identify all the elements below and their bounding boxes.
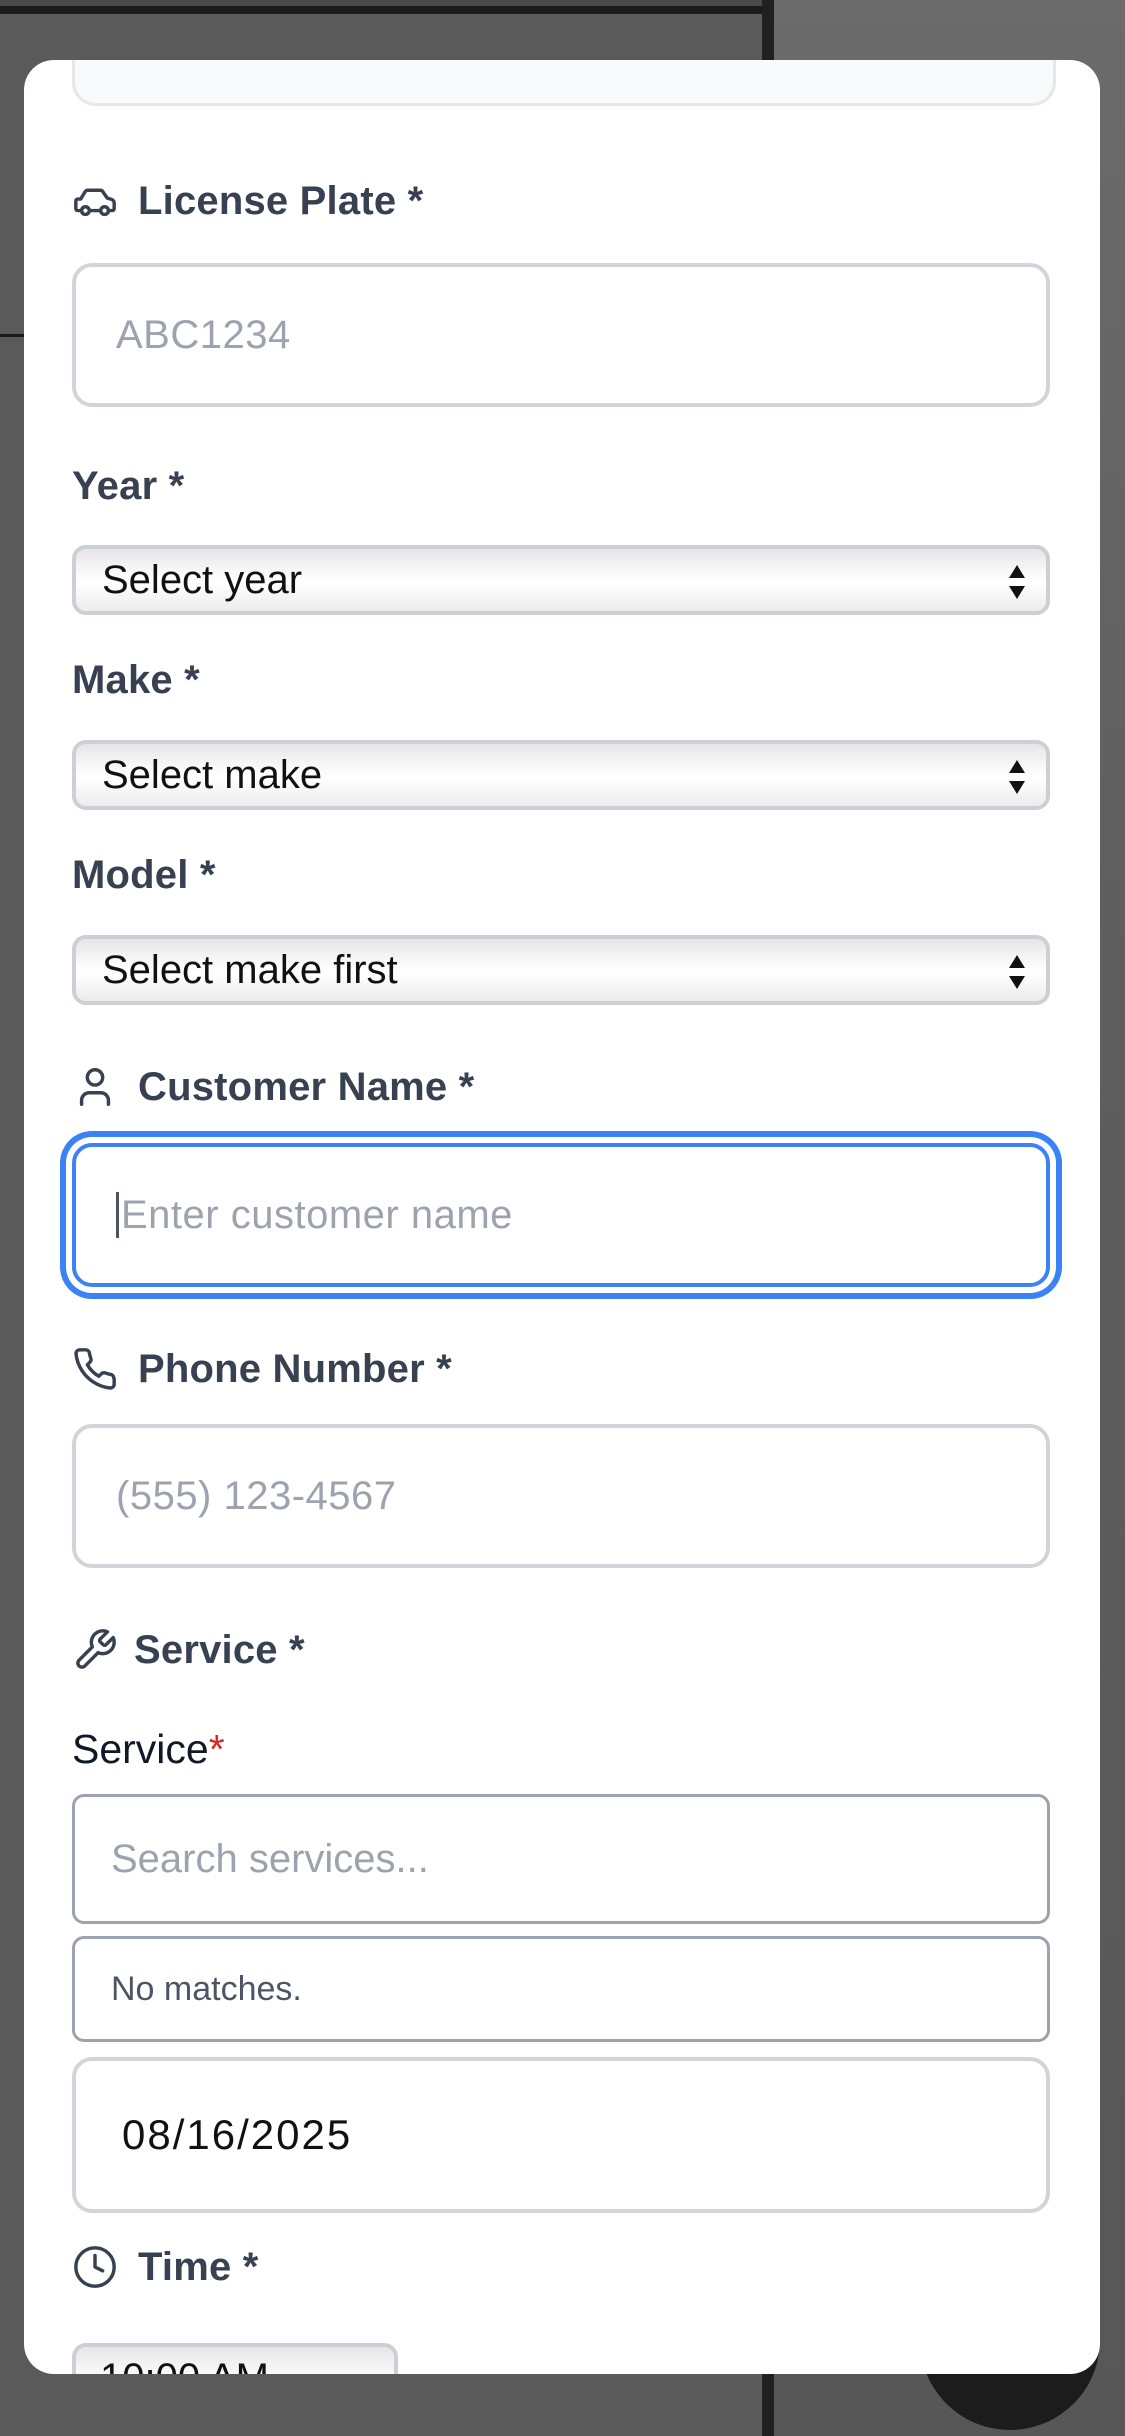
select-arrows-icon <box>1009 565 1025 599</box>
year-label: Year * <box>72 464 184 509</box>
required-mark: * <box>208 1726 225 1772</box>
select-arrows-icon <box>1009 955 1025 989</box>
wrench-icon <box>72 1627 118 1673</box>
license-plate-label-text: License Plate * <box>138 178 424 223</box>
service-dropdown-empty: No matches. <box>72 1936 1050 2042</box>
service-field-label-text: Service <box>72 1726 209 1772</box>
service-section-label-text: Service * <box>134 1627 305 1672</box>
customer-name-placeholder: Enter customer name <box>121 1192 513 1237</box>
model-label-text: Model * <box>72 853 216 897</box>
date-value: 08/16/2025 <box>122 2111 353 2158</box>
text-caret <box>116 1192 119 1238</box>
customer-name-input[interactable]: Enter customer name <box>72 1143 1050 1287</box>
time-label-text: Time * <box>138 2244 259 2289</box>
make-select-value: Select make <box>102 752 323 797</box>
clock-icon <box>72 2244 118 2290</box>
time-select-value: 10:00 AM <box>100 2356 269 2375</box>
previous-field <box>72 60 1056 106</box>
customer-name-label-text: Customer Name * <box>138 1064 475 1109</box>
select-arrows-icon <box>1009 760 1025 794</box>
license-plate-label: License Plate * <box>72 178 423 224</box>
phone-label: Phone Number * <box>72 1346 452 1392</box>
service-search-input[interactable]: Search services... <box>72 1794 1050 1924</box>
year-label-text: Year * <box>72 464 185 508</box>
date-input[interactable]: 08/16/2025 <box>72 2057 1050 2213</box>
time-select[interactable]: 10:00 AM <box>72 2343 398 2374</box>
phone-label-text: Phone Number * <box>138 1346 452 1391</box>
user-icon <box>72 1064 118 1110</box>
phone-icon <box>72 1346 118 1392</box>
service-field-label: Service* <box>72 1726 225 1773</box>
make-label: Make * <box>72 658 200 703</box>
make-select[interactable]: Select make <box>72 740 1050 810</box>
phone-placeholder: (555) 123-4567 <box>116 1473 397 1518</box>
make-label-text: Make * <box>72 658 200 702</box>
time-label: Time * <box>72 2244 259 2290</box>
service-section-label: Service * <box>72 1627 305 1673</box>
model-select[interactable]: Select make first <box>72 935 1050 1005</box>
year-select-value: Select year <box>102 557 303 602</box>
license-plate-placeholder: ABC1234 <box>116 312 291 357</box>
phone-input[interactable]: (555) 123-4567 <box>72 1424 1050 1568</box>
service-search-placeholder: Search services... <box>111 1836 429 1881</box>
no-matches-text: No matches. <box>111 1969 302 2008</box>
car-icon <box>72 178 118 224</box>
model-label: Model * <box>72 853 216 898</box>
booking-modal: License Plate * ABC1234 Year * Select ye… <box>24 60 1100 2374</box>
customer-name-label: Customer Name * <box>72 1064 474 1110</box>
model-select-value: Select make first <box>102 947 398 992</box>
license-plate-input[interactable]: ABC1234 <box>72 263 1050 407</box>
year-select[interactable]: Select year <box>72 545 1050 615</box>
